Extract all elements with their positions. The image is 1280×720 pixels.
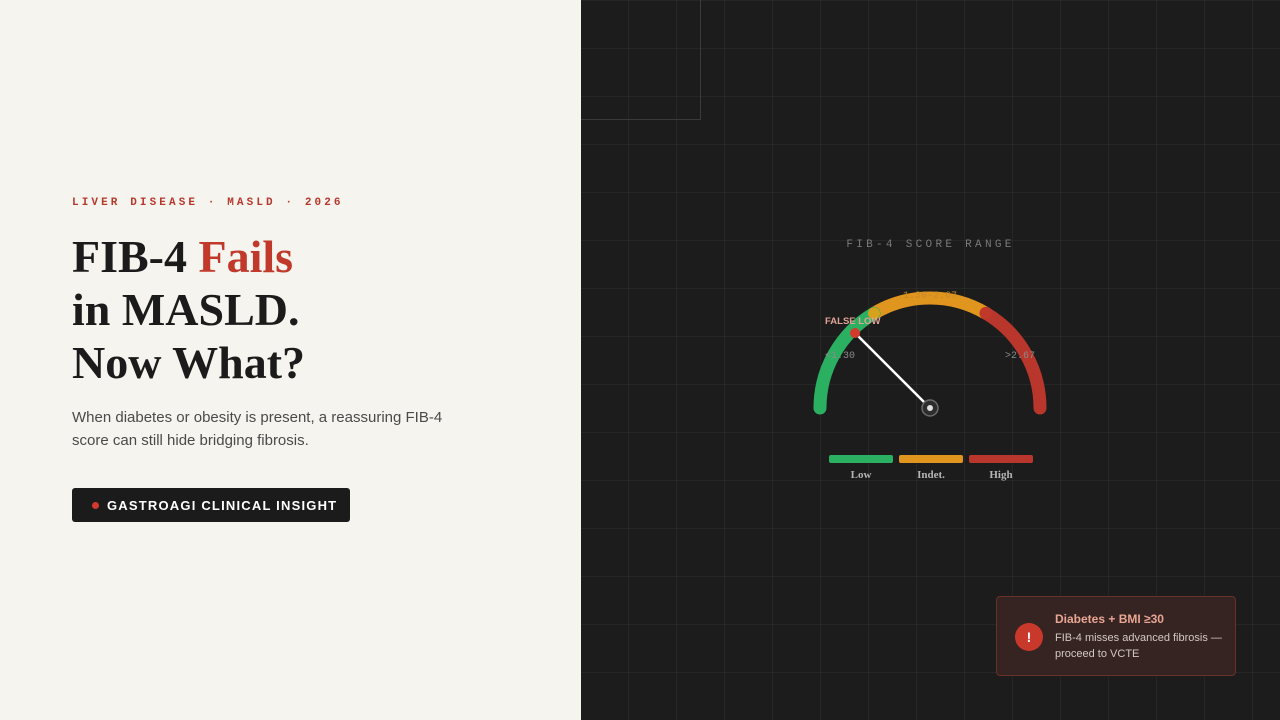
gauge-needle-tip bbox=[850, 328, 861, 339]
page-title: FIB-4 Fails in MASLD. Now What? bbox=[72, 230, 542, 389]
gauge-needle bbox=[853, 331, 932, 410]
headline-line3: Now What? bbox=[72, 337, 306, 388]
legend-item-low: Low bbox=[829, 455, 893, 481]
headline-part1: FIB-4 bbox=[72, 231, 199, 282]
hero-panel: LIVER DISEASE · MASLD · 2026 FIB-4 Fails… bbox=[0, 0, 581, 720]
zone-label-low: <1.30 bbox=[825, 351, 855, 362]
cta-label: GASTROAGI CLINICAL INSIGHT bbox=[107, 497, 338, 513]
alert-card: ! Diabetes + BMI ≥30 FIB-4 misses advanc… bbox=[996, 596, 1236, 676]
zone-label-indeterminate: 1.30–2.67 bbox=[903, 291, 957, 302]
alert-title: Diabetes + BMI ≥30 bbox=[1055, 612, 1164, 626]
gauge-pivot-center bbox=[927, 405, 933, 411]
visual-panel: FIB-4 SCORE RANGE FALSE LOW <1.30 1.30–2… bbox=[581, 0, 1280, 720]
exclamation-icon: ! bbox=[1015, 623, 1043, 651]
legend-bar-high bbox=[969, 455, 1033, 463]
zone-label-high: >2.67 bbox=[1005, 351, 1035, 362]
gauge-boundary-dot-high bbox=[979, 307, 992, 320]
legend-item-high: High bbox=[969, 455, 1033, 481]
needle-label: FALSE LOW bbox=[825, 316, 880, 327]
headline-accent: Fails bbox=[198, 231, 294, 282]
clinical-insight-button[interactable]: GASTROAGI CLINICAL INSIGHT bbox=[72, 488, 350, 522]
legend-label-high: High bbox=[989, 469, 1013, 481]
alert-body: FIB-4 misses advanced fibrosis — proceed… bbox=[1055, 632, 1222, 660]
legend-item-indeterminate: Indet. bbox=[899, 455, 963, 481]
legend-bar-low bbox=[829, 455, 893, 463]
eyebrow-label: LIVER DISEASE · MASLD · 2026 bbox=[72, 197, 344, 209]
hero-subtext: When diabetes or obesity is present, a r… bbox=[72, 409, 443, 449]
legend-label-indeterminate: Indet. bbox=[917, 469, 945, 481]
legend-label-low: Low bbox=[850, 469, 872, 481]
gauge-legend: Low Indet. High bbox=[829, 455, 1033, 481]
headline-line2: in MASLD. bbox=[72, 284, 300, 335]
status-dot-icon bbox=[92, 501, 99, 509]
legend-bar-indeterminate bbox=[899, 455, 963, 463]
